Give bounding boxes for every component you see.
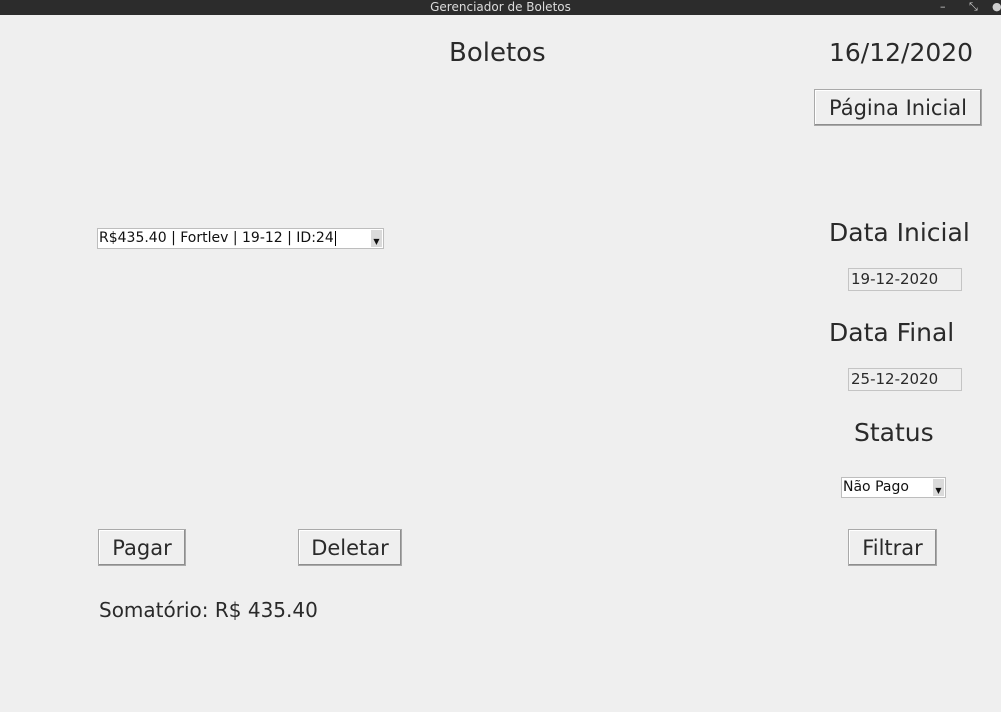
chevron-down-icon[interactable]: ▼ xyxy=(371,230,382,247)
status-select-value: Não Pago xyxy=(843,479,909,495)
boleto-select[interactable]: R$435.40 | Fortlev | 19-12 | ID:24 ▼ xyxy=(97,228,384,249)
page-title: Boletos xyxy=(449,38,546,68)
minimize-icon[interactable]: – xyxy=(940,0,946,14)
window-titlebar: Gerenciador de Boletos – ⤡ ● xyxy=(0,0,1001,15)
status-select[interactable]: Não Pago ▼ xyxy=(841,477,946,498)
close-icon[interactable]: ● xyxy=(992,0,1001,14)
maximize-icon[interactable]: ⤡ xyxy=(969,0,978,14)
start-date-field[interactable]: 19-12-2020 xyxy=(848,268,962,291)
chevron-down-icon[interactable]: ▼ xyxy=(933,479,944,496)
boleto-select-value: R$435.40 | Fortlev | 19-12 | ID:24 xyxy=(99,230,334,246)
delete-button[interactable]: Deletar xyxy=(298,529,402,566)
home-page-button[interactable]: Página Inicial xyxy=(814,89,982,126)
sum-total: Somatório: R$ 435.40 xyxy=(99,598,318,622)
start-date-label: Data Inicial xyxy=(829,218,970,247)
end-date-label: Data Final xyxy=(829,318,955,347)
text-cursor xyxy=(334,230,336,246)
end-date-field[interactable]: 25-12-2020 xyxy=(848,368,962,391)
pay-button[interactable]: Pagar xyxy=(98,529,186,566)
status-label: Status xyxy=(854,418,934,447)
filter-button[interactable]: Filtrar xyxy=(848,529,937,566)
window-title: Gerenciador de Boletos xyxy=(430,0,571,14)
current-date: 16/12/2020 xyxy=(829,38,974,67)
